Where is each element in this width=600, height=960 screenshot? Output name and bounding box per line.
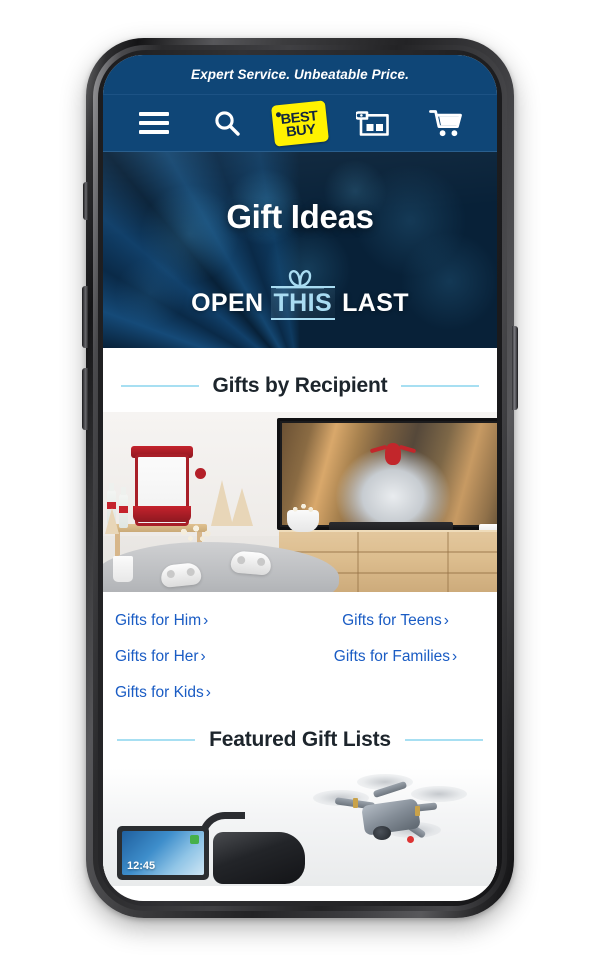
link-gifts-for-teens[interactable]: Gifts for Teens › [342,612,449,629]
logo-text-buy: BUY [285,119,317,139]
phone-device-frame: Expert Service. Unbeatable Price. BEST B… [82,38,518,918]
section-header-featured-gift-lists: Featured Gift Lists [103,712,497,762]
store-icon [356,110,390,136]
bestbuy-logo-button[interactable]: BEST BUY [263,99,336,147]
power-button[interactable] [512,326,518,410]
menu-button[interactable] [117,112,190,134]
link-cell: Gifts for Teens › [300,610,491,632]
drone-rotor [411,786,467,802]
tagline-text: Expert Service. Unbeatable Price. [191,67,409,82]
tablet-clock: 12:45 [127,860,156,872]
section-title: Featured Gift Lists [209,728,391,751]
search-button[interactable] [190,109,263,137]
link-label: Gifts for Teens [342,612,442,629]
page-content: Gifts by Recipient Gifts for Him › Gifts… [103,348,497,886]
link-cell-empty [300,682,491,704]
decor-cone [105,508,119,534]
bottle [119,487,128,528]
lockup-word-this: THIS [270,286,336,320]
page-scroll-container[interactable]: Expert Service. Unbeatable Price. BEST B… [103,55,497,901]
drone-led [407,836,414,843]
link-cell: Gifts for Him › [109,610,300,632]
quadcopter-drone [311,774,471,860]
drone-camera-gimbal [373,826,391,840]
drone-accent [353,798,358,808]
superhero-figure [385,443,401,466]
vr-headset [213,832,305,884]
lockup-word-last: LAST [342,289,409,317]
link-gifts-for-him[interactable]: Gifts for Him › [115,612,208,629]
link-gifts-for-her[interactable]: Gifts for Her › [115,648,206,665]
mute-switch-button[interactable] [83,182,88,220]
tablet-status-indicator [190,835,199,844]
open-this-last-lockup: OPEN THIS LAST [103,267,497,320]
link-cell: Gifts for Families › [300,646,491,668]
tablet-screen: 12:45 [122,831,204,875]
link-gifts-for-kids[interactable]: Gifts for Kids › [115,684,211,701]
chevron-right-icon: › [203,612,209,629]
tablet-device: 12:45 [117,826,209,880]
open-this-last-words: OPEN THIS LAST [191,286,409,320]
drone-accent [415,806,420,816]
hero-banner[interactable]: Gift Ideas OPEN THIS LAST [103,152,497,348]
rule-left [120,385,199,387]
section-title: Gifts by Recipient [212,374,388,397]
search-icon [215,111,240,136]
decor-cone [231,488,253,526]
volume-down-button[interactable] [82,368,88,430]
link-label: Gifts for Families [333,648,451,665]
top-navigation-bar: BEST BUY [103,95,497,152]
chevron-right-icon: › [443,612,449,629]
recipient-links-grid: Gifts for Him › Gifts for Teens › Gifts fo… [103,592,497,712]
rule-right [401,385,480,387]
section-header-gifts-by-recipient: Gifts by Recipient [103,358,497,408]
bestbuy-logo-tag: BEST BUY [271,99,329,147]
link-cell: Gifts for Kids › [109,682,300,704]
link-label: Gifts for Him [115,612,202,629]
link-label: Gifts for Kids [115,684,204,701]
link-gifts-for-families[interactable]: Gifts for Families › [334,648,457,665]
link-label: Gifts for Her [115,648,199,665]
tagline-bar: Expert Service. Unbeatable Price. [103,55,497,95]
popcorn-machine-base [133,506,191,522]
popcorn-machine-knob [195,468,206,479]
popcorn-bowl [287,502,319,532]
gifts-by-recipient-image[interactable] [103,412,497,592]
store-button[interactable] [337,110,410,137]
chevron-right-icon: › [452,648,458,665]
link-cell: Gifts for Her › [109,646,300,668]
cart-button[interactable] [410,109,483,138]
lockup-word-open: OPEN [191,289,264,317]
rule-left [117,739,196,741]
shopping-cart-icon [429,109,463,136]
phone-screen: Expert Service. Unbeatable Price. BEST B… [103,55,497,901]
cup [113,556,133,582]
game-controller [159,561,203,589]
hamburger-menu-icon [138,112,169,134]
decor-cone [211,480,233,526]
chevron-right-icon: › [200,648,206,665]
page-title: Gift Ideas [226,198,374,235]
featured-gift-lists-image[interactable]: 12:45 [103,768,497,886]
volume-up-button[interactable] [82,286,88,348]
rule-right [404,739,483,741]
chevron-right-icon: › [205,684,211,701]
